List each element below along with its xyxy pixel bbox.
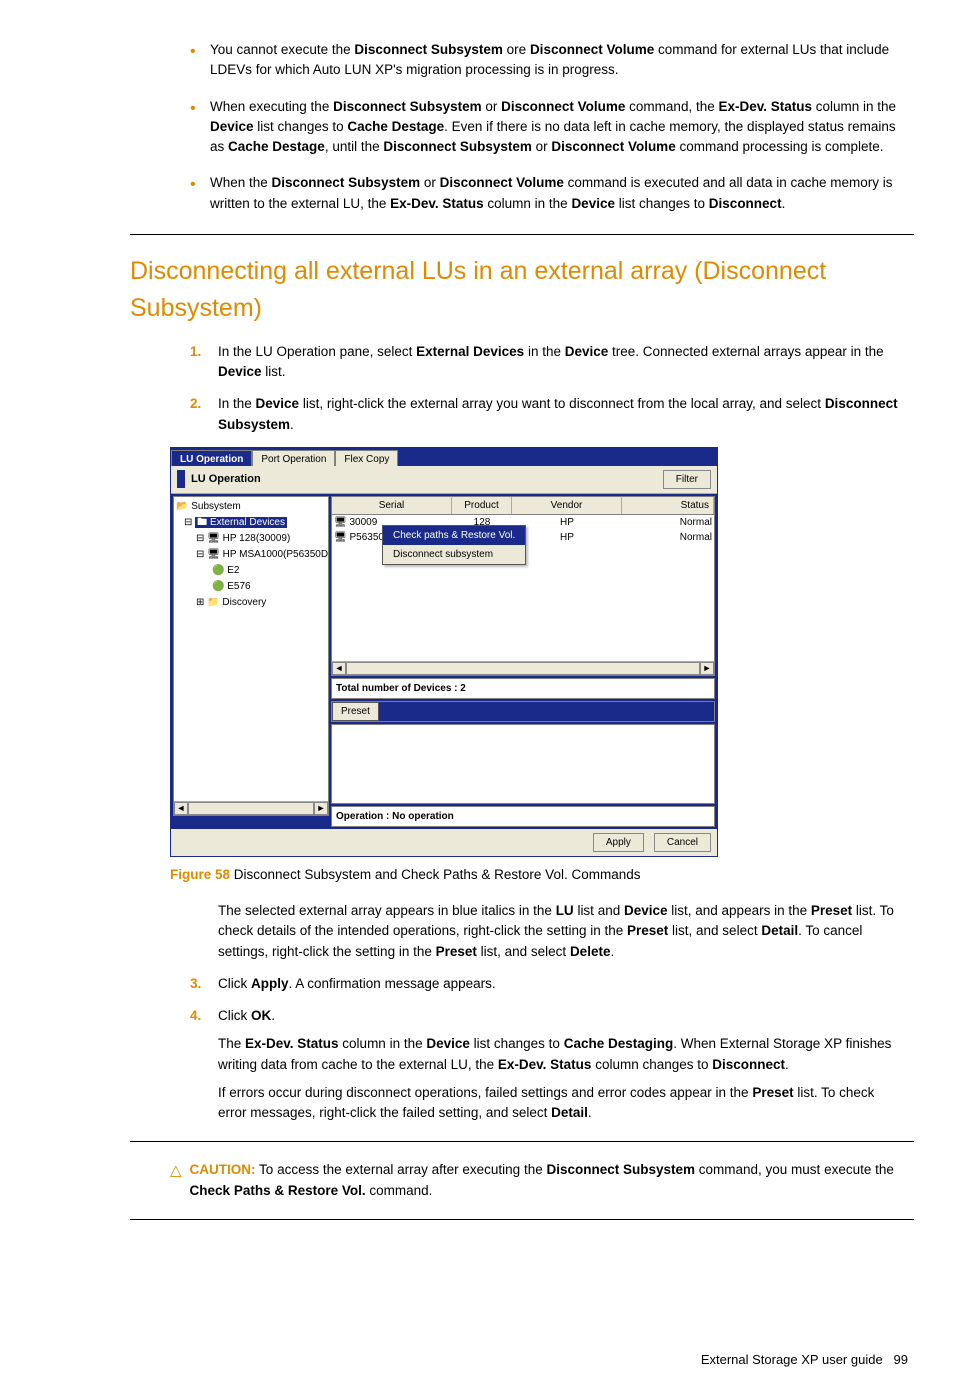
th-serial[interactable]: Serial: [332, 497, 452, 514]
preset-list[interactable]: [331, 724, 715, 804]
step-3: Click Apply. A confirmation message appe…: [190, 974, 904, 994]
figure-caption: Figure 58 Disconnect Subsystem and Check…: [170, 865, 914, 885]
caution-note: △ CAUTION: To access the external array …: [170, 1160, 904, 1201]
tree-discovery[interactable]: ⊞ 📁 Discovery: [176, 595, 326, 611]
operation-status: Operation : No operation: [331, 806, 715, 827]
tree-e576[interactable]: 🟢 E576: [176, 579, 326, 595]
th-product[interactable]: Product: [452, 497, 512, 514]
bullet-1: You cannot execute the Disconnect Subsys…: [190, 40, 904, 81]
tree-e2[interactable]: 🟢 E2: [176, 563, 326, 579]
tree-hpmsa[interactable]: ⊟ 🖥 HP MSA1000(P56350D0IP: [176, 547, 326, 563]
device-count: Total number of Devices : 2: [331, 678, 715, 699]
ctx-check-paths[interactable]: Check paths & Restore Vol.: [383, 526, 525, 545]
tree-hscroll[interactable]: ◄ ►: [174, 801, 328, 815]
app-window: LU Operation Port Operation Flex Copy LU…: [170, 447, 718, 857]
apply-button[interactable]: Apply: [593, 833, 644, 852]
scroll-right-icon[interactable]: ►: [700, 662, 714, 675]
scroll-right-icon[interactable]: ►: [314, 802, 328, 815]
step-1: In the LU Operation pane, select Externa…: [190, 342, 904, 383]
step-2-post: The selected external array appears in b…: [190, 901, 904, 962]
preset-header: Preset: [331, 701, 715, 722]
context-menu: Check paths & Restore Vol. Disconnect su…: [382, 525, 526, 565]
tab-flex-copy[interactable]: Flex Copy: [335, 450, 398, 466]
tab-lu-operation[interactable]: LU Operation: [171, 450, 252, 466]
pane-title: LU Operation: [191, 471, 261, 488]
tree-external-devices[interactable]: ⊟ 🖿 External Devices: [176, 515, 326, 531]
steps-list: In the LU Operation pane, select Externa…: [190, 342, 904, 435]
figure-58: LU Operation Port Operation Flex Copy LU…: [170, 447, 914, 857]
page-footer: External Storage XP user guide 99: [40, 1350, 914, 1370]
table-hscroll[interactable]: ◄ ►: [332, 661, 714, 675]
device-table: Serial Product Vendor Status 🖥 30009 128…: [331, 496, 715, 676]
intro-bullets: You cannot execute the Disconnect Subsys…: [190, 40, 904, 214]
step-2: In the Device list, right-click the exte…: [190, 394, 904, 435]
th-vendor[interactable]: Vendor: [512, 497, 622, 514]
accent-bar: [177, 470, 185, 488]
tab-port-operation[interactable]: Port Operation: [252, 450, 335, 466]
scroll-left-icon[interactable]: ◄: [332, 662, 346, 675]
section-title: Disconnecting all external LUs in an ext…: [130, 253, 914, 328]
warning-icon: △: [170, 1160, 182, 1181]
step-4: Click OK. The Ex-Dev. Status column in t…: [190, 1006, 904, 1123]
rule: [130, 1141, 914, 1142]
cancel-button[interactable]: Cancel: [654, 833, 711, 852]
rule: [130, 1219, 914, 1220]
device-tree[interactable]: 📂 Subsystem ⊟ 🖿 External Devices ⊟ 🖥 HP …: [173, 496, 329, 816]
bullet-2: When executing the Disconnect Subsystem …: [190, 97, 904, 158]
ctx-disconnect-subsystem[interactable]: Disconnect subsystem: [383, 545, 525, 564]
preset-tab[interactable]: Preset: [332, 702, 379, 721]
tree-hp128[interactable]: ⊟ 🖥 HP 128(30009): [176, 531, 326, 547]
filter-button[interactable]: Filter: [663, 470, 711, 489]
tree-subsystem[interactable]: 📂 Subsystem: [176, 499, 326, 515]
th-status[interactable]: Status: [622, 497, 714, 514]
rule: [130, 234, 914, 235]
tabstrip: LU Operation Port Operation Flex Copy: [171, 448, 717, 466]
bullet-3: When the Disconnect Subsystem or Disconn…: [190, 173, 904, 214]
scroll-left-icon[interactable]: ◄: [174, 802, 188, 815]
